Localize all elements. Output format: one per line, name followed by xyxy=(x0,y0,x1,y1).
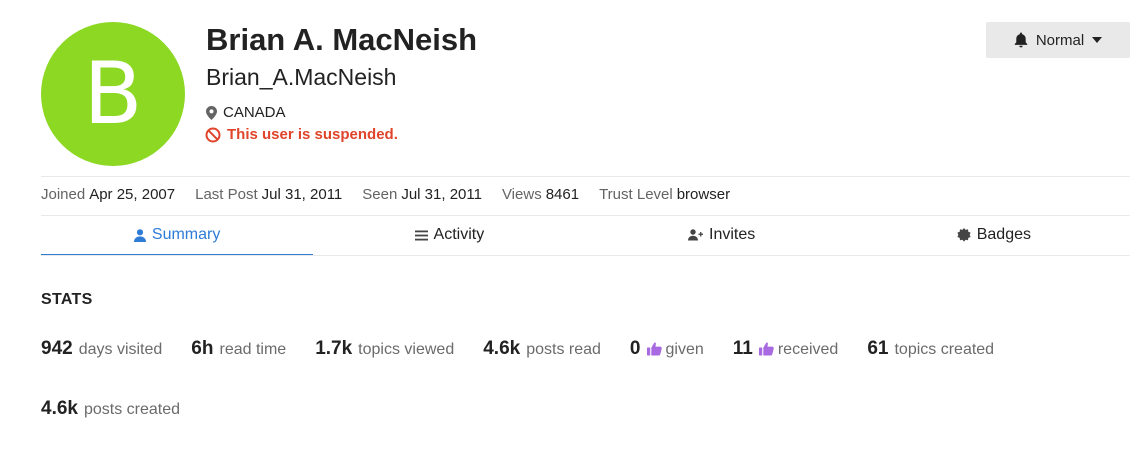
meta-value[interactable]: Jul 31, 2011 xyxy=(262,186,343,203)
meta-last-post: Last Post Jul 31, 2011 xyxy=(195,186,342,203)
user-full-name: Brian A. MacNeish xyxy=(206,22,478,57)
stat-label: given xyxy=(665,341,704,358)
notification-level-button[interactable]: Normal xyxy=(986,22,1130,58)
meta-label: Joined xyxy=(41,186,86,203)
tab-summary[interactable]: Summary xyxy=(41,216,314,256)
stat-label: read time xyxy=(219,341,287,358)
avatar[interactable]: B xyxy=(41,22,185,166)
stat-number: 0 xyxy=(629,338,641,359)
meta-value: Jul 31, 2011 xyxy=(401,186,482,203)
user-location: CANADA xyxy=(206,104,286,121)
stat-label: posts created xyxy=(83,401,181,418)
suspended-text: This user is suspended. xyxy=(227,126,398,143)
stat-read-time: 6h read time xyxy=(191,338,286,360)
stat-topics-viewed: 1.7k topics viewed xyxy=(315,338,454,360)
meta-views: Views 8461 xyxy=(502,186,579,203)
location-text: CANADA xyxy=(223,104,286,121)
divider xyxy=(41,255,1130,256)
tab-badges[interactable]: Badges xyxy=(858,216,1130,254)
stat-days-visited: 942 days visited xyxy=(41,338,162,360)
stat-number: 61 xyxy=(867,338,889,359)
list-icon xyxy=(414,230,428,240)
meta-label: Views xyxy=(501,186,542,203)
stat-label: topics created xyxy=(894,341,995,358)
meta-value: Apr 25, 2007 xyxy=(89,186,176,203)
avatar-letter: B xyxy=(83,44,143,144)
stat-posts-read: 4.6k posts read xyxy=(483,338,601,360)
suspended-notice: This user is suspended. xyxy=(205,126,398,143)
stat-number: 11 xyxy=(732,338,753,359)
stat-posts-created[interactable]: 4.6k posts created xyxy=(41,398,180,420)
meta-joined: Joined Apr 25, 2007 xyxy=(41,186,175,203)
meta-label: Trust Level xyxy=(599,186,673,203)
user-username: Brian_A.MacNeish xyxy=(206,64,397,90)
user-meta: Joined Apr 25, 2007 Last Post Jul 31, 2011… xyxy=(41,186,750,203)
stat-number: 4.6k xyxy=(483,338,521,359)
user-icon xyxy=(133,228,146,242)
tab-activity[interactable]: Activity xyxy=(313,216,585,254)
stat-number: 4.6k xyxy=(41,398,78,419)
tab-label: Invites xyxy=(709,226,756,243)
stats-row: 4.6k posts created xyxy=(41,398,209,420)
stat-likes-given[interactable]: 0 given xyxy=(630,338,704,360)
stat-number: 6h xyxy=(191,338,214,359)
divider xyxy=(41,176,1130,177)
stat-topics-created[interactable]: 61 topics created xyxy=(867,338,994,360)
stat-label: days visited xyxy=(78,341,163,358)
heart-like-icon xyxy=(646,342,662,356)
ban-icon xyxy=(205,127,221,142)
stats-row: 942 days visited 6h read time 1.7k topic… xyxy=(41,338,1023,360)
stat-label: topics viewed xyxy=(358,341,455,358)
stat-label: received xyxy=(777,341,839,358)
meta-trust-level: Trust Level browser xyxy=(599,186,730,203)
stat-likes-received[interactable]: 11 received xyxy=(733,338,839,360)
profile-tabs: Summary Activity Invites Badges xyxy=(41,216,1130,256)
meta-seen: Seen Jul 31, 2011 xyxy=(362,186,482,203)
meta-label: Seen xyxy=(362,186,398,203)
meta-value: browser xyxy=(676,186,731,203)
user-plus-icon xyxy=(688,229,703,241)
stats-title: STATS xyxy=(41,291,93,308)
map-marker-icon xyxy=(206,105,217,120)
notification-level-label: Normal xyxy=(1035,31,1085,49)
tab-label: Summary xyxy=(151,226,221,243)
stat-label: posts read xyxy=(526,341,601,358)
tab-label: Badges xyxy=(976,226,1031,243)
bell-icon xyxy=(1014,32,1028,48)
caret-down-icon xyxy=(1092,37,1103,43)
tab-invites[interactable]: Invites xyxy=(586,216,858,254)
meta-value: 8461 xyxy=(545,186,580,203)
heart-like-icon xyxy=(758,342,774,356)
stat-number: 1.7k xyxy=(315,338,353,359)
tab-label: Activity xyxy=(433,226,485,243)
stat-number: 942 xyxy=(41,338,73,359)
meta-label: Last Post xyxy=(195,186,258,203)
badge-icon xyxy=(957,228,971,242)
